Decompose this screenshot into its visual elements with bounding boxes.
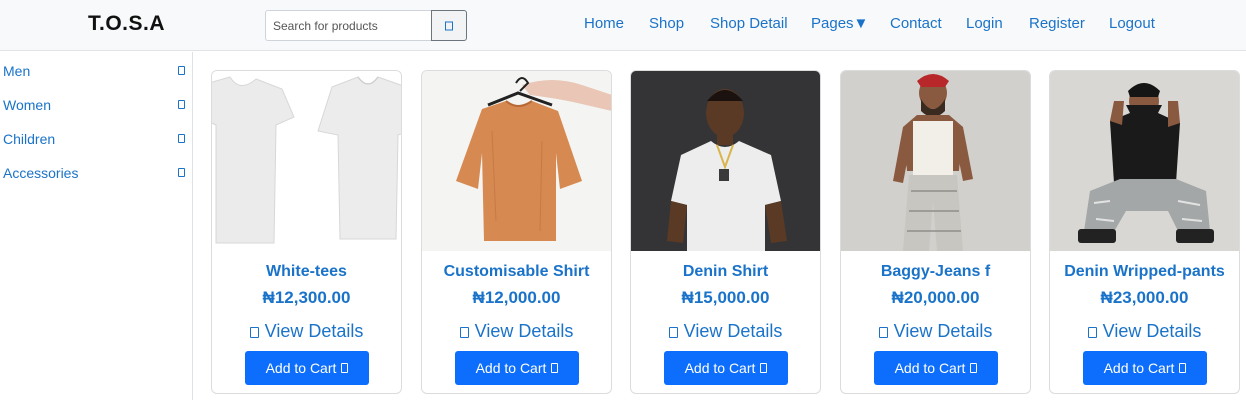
cart-icon bbox=[1179, 363, 1187, 373]
add-to-cart-label: Add to Cart bbox=[1103, 360, 1175, 376]
product-image[interactable] bbox=[1050, 71, 1239, 251]
product-price: ₦12,000.00 bbox=[472, 288, 561, 307]
category-children[interactable]: Children bbox=[3, 128, 185, 150]
expand-icon bbox=[178, 66, 185, 75]
view-details-label: View Details bbox=[1102, 321, 1202, 341]
category-sidebar: Men Women Children Accessories bbox=[0, 52, 193, 400]
eye-icon bbox=[249, 327, 259, 338]
product-title: Baggy-Jeans f bbox=[880, 263, 991, 280]
category-women[interactable]: Women bbox=[3, 94, 185, 116]
add-to-cart-label: Add to Cart bbox=[475, 360, 547, 376]
product-price: ₦23,000.00 bbox=[1100, 288, 1189, 307]
product-title: Customisable Shirt bbox=[443, 263, 590, 280]
category-label: Women bbox=[3, 97, 51, 113]
search-input[interactable] bbox=[265, 10, 431, 41]
product-card: White-tees ₦12,300.00 View Details Add t… bbox=[211, 70, 402, 394]
product-card: Denin Wripped-pants ₦23,000.00 View Deta… bbox=[1049, 70, 1240, 394]
view-details-label: View Details bbox=[893, 321, 993, 341]
product-price: ₦15,000.00 bbox=[681, 288, 770, 307]
category-label: Children bbox=[3, 131, 56, 147]
view-details-link[interactable]: View Details bbox=[1050, 321, 1239, 342]
product-price: ₦20,000.00 bbox=[891, 288, 980, 307]
nav-contact[interactable]: Contact bbox=[890, 15, 942, 32]
nav-shop-detail[interactable]: Shop Detail bbox=[710, 15, 788, 32]
brand-logo[interactable]: T.O.S.A bbox=[88, 12, 165, 36]
category-label: Accessories bbox=[3, 165, 79, 181]
cart-icon bbox=[970, 363, 978, 373]
product-image[interactable] bbox=[212, 71, 401, 251]
product-image[interactable] bbox=[631, 71, 820, 251]
product-card: Denin Shirt ₦15,000.00 View Details Add … bbox=[630, 70, 821, 394]
eye-icon bbox=[1087, 327, 1097, 338]
expand-icon bbox=[178, 134, 185, 143]
view-details-link[interactable]: View Details bbox=[631, 321, 820, 342]
product-price: ₦12,300.00 bbox=[262, 288, 351, 307]
eye-icon bbox=[459, 327, 469, 338]
product-image[interactable] bbox=[422, 71, 611, 251]
add-to-cart-label: Add to Cart bbox=[684, 360, 756, 376]
add-to-cart-label: Add to Cart bbox=[265, 360, 337, 376]
nav-logout[interactable]: Logout bbox=[1109, 15, 1155, 32]
product-title: Denin Wripped-pants bbox=[1064, 263, 1225, 280]
search-icon bbox=[445, 21, 453, 30]
view-details-label: View Details bbox=[683, 321, 783, 341]
expand-icon bbox=[178, 100, 185, 109]
cart-icon bbox=[341, 363, 349, 373]
add-to-cart-button[interactable]: Add to Cart bbox=[664, 351, 788, 385]
cart-icon bbox=[760, 363, 768, 373]
view-details-label: View Details bbox=[474, 321, 574, 341]
category-men[interactable]: Men bbox=[3, 60, 185, 82]
add-to-cart-button[interactable]: Add to Cart bbox=[455, 351, 579, 385]
add-to-cart-button[interactable]: Add to Cart bbox=[1083, 351, 1207, 385]
top-navbar: T.O.S.A Home Shop Shop Detail Pages▼ Con… bbox=[0, 0, 1246, 51]
product-title: White-tees bbox=[266, 263, 347, 280]
view-details-link[interactable]: View Details bbox=[212, 321, 401, 342]
product-card: Customisable Shirt ₦12,000.00 View Detai… bbox=[421, 70, 612, 394]
eye-icon bbox=[878, 327, 888, 338]
nav-pages-dropdown[interactable]: Pages▼ bbox=[811, 15, 868, 32]
add-to-cart-label: Add to Cart bbox=[894, 360, 966, 376]
view-details-label: View Details bbox=[264, 321, 364, 341]
product-card: Baggy-Jeans f ₦20,000.00 View Details Ad… bbox=[840, 70, 1031, 394]
nav-home[interactable]: Home bbox=[584, 15, 624, 32]
nav-login[interactable]: Login bbox=[966, 15, 1003, 32]
product-title: Denin Shirt bbox=[682, 263, 769, 280]
add-to-cart-button[interactable]: Add to Cart bbox=[245, 351, 369, 385]
category-label: Men bbox=[3, 63, 31, 79]
search-button[interactable] bbox=[431, 10, 467, 41]
nav-shop[interactable]: Shop bbox=[649, 15, 684, 32]
add-to-cart-button[interactable]: Add to Cart bbox=[874, 351, 998, 385]
cart-icon bbox=[551, 363, 559, 373]
category-accessories[interactable]: Accessories bbox=[3, 162, 185, 184]
view-details-link[interactable]: View Details bbox=[422, 321, 611, 342]
expand-icon bbox=[178, 168, 185, 177]
product-image[interactable] bbox=[841, 71, 1030, 251]
eye-icon bbox=[668, 327, 678, 338]
search-form bbox=[265, 10, 467, 41]
view-details-link[interactable]: View Details bbox=[841, 321, 1030, 342]
nav-register[interactable]: Register bbox=[1029, 15, 1085, 32]
